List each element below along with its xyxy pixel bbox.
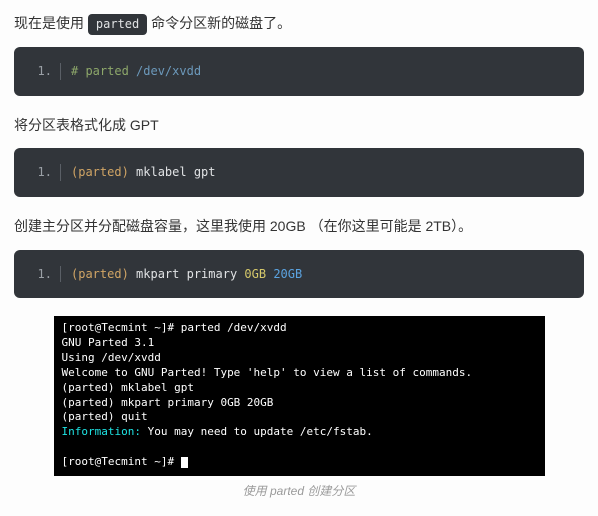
- term-line-7: (parted) quit: [62, 410, 148, 423]
- term-line-2: GNU Parted 3.1: [62, 336, 155, 349]
- token-text: parted: [78, 64, 136, 78]
- token-command: mkpart primary: [129, 267, 245, 281]
- paragraph-gpt: 将分区表格式化成 GPT: [14, 114, 584, 136]
- term-line-9: [root@Tecmint ~]#: [62, 455, 181, 468]
- line-number: 1.: [26, 266, 61, 283]
- code-block-2: 1. (parted) mklabel gpt: [14, 148, 584, 197]
- term-info-label: Information:: [62, 425, 148, 438]
- term-line-6: (parted) mkpart primary 0GB 20GB: [62, 396, 274, 409]
- inline-code-parted: parted: [88, 14, 147, 35]
- code-block-3: 1. (parted) mkpart primary 0GB 20GB: [14, 250, 584, 299]
- paragraph-intro: 现在是使用 parted 命令分区新的磁盘了。: [14, 12, 584, 35]
- code-content: # parted /dev/xvdd: [71, 63, 201, 80]
- line-number: 1.: [26, 164, 61, 181]
- token-size1: 0GB: [244, 267, 266, 281]
- cursor-icon: [181, 457, 188, 468]
- token-size2: 20GB: [273, 267, 302, 281]
- term-line-1: [root@Tecmint ~]# parted /dev/xvdd: [62, 321, 287, 334]
- term-line-5: (parted) mklabel gpt: [62, 381, 194, 394]
- term-info-text: You may need to update /etc/fstab.: [148, 425, 373, 438]
- term-line-4: Welcome to GNU Parted! Type 'help' to vi…: [62, 366, 473, 379]
- code-content: (parted) mklabel gpt: [71, 164, 216, 181]
- code-line: 1. (parted) mklabel gpt: [26, 164, 572, 181]
- code-content: (parted) mkpart primary 0GB 20GB: [71, 266, 302, 283]
- term-line-3: Using /dev/xvdd: [62, 351, 161, 364]
- terminal-screenshot: [root@Tecmint ~]# parted /dev/xvdd GNU P…: [54, 316, 545, 475]
- token-command: mklabel gpt: [129, 165, 216, 179]
- paragraph-primary: 创建主分区并分配磁盘容量，这里我使用 20GB （在你这里可能是 2TB）。: [14, 215, 584, 237]
- image-caption: 使用 parted 创建分区: [14, 482, 584, 499]
- code-block-1: 1. # parted /dev/xvdd: [14, 47, 584, 96]
- token-prompt: (parted): [71, 267, 129, 281]
- text: 现在是使用: [14, 15, 88, 31]
- token-path: /dev/xvdd: [136, 64, 201, 78]
- code-line: 1. (parted) mkpart primary 0GB 20GB: [26, 266, 572, 283]
- token-prompt: (parted): [71, 165, 129, 179]
- line-number: 1.: [26, 63, 61, 80]
- code-line: 1. # parted /dev/xvdd: [26, 63, 572, 80]
- text: 命令分区新的磁盘了。: [151, 15, 291, 31]
